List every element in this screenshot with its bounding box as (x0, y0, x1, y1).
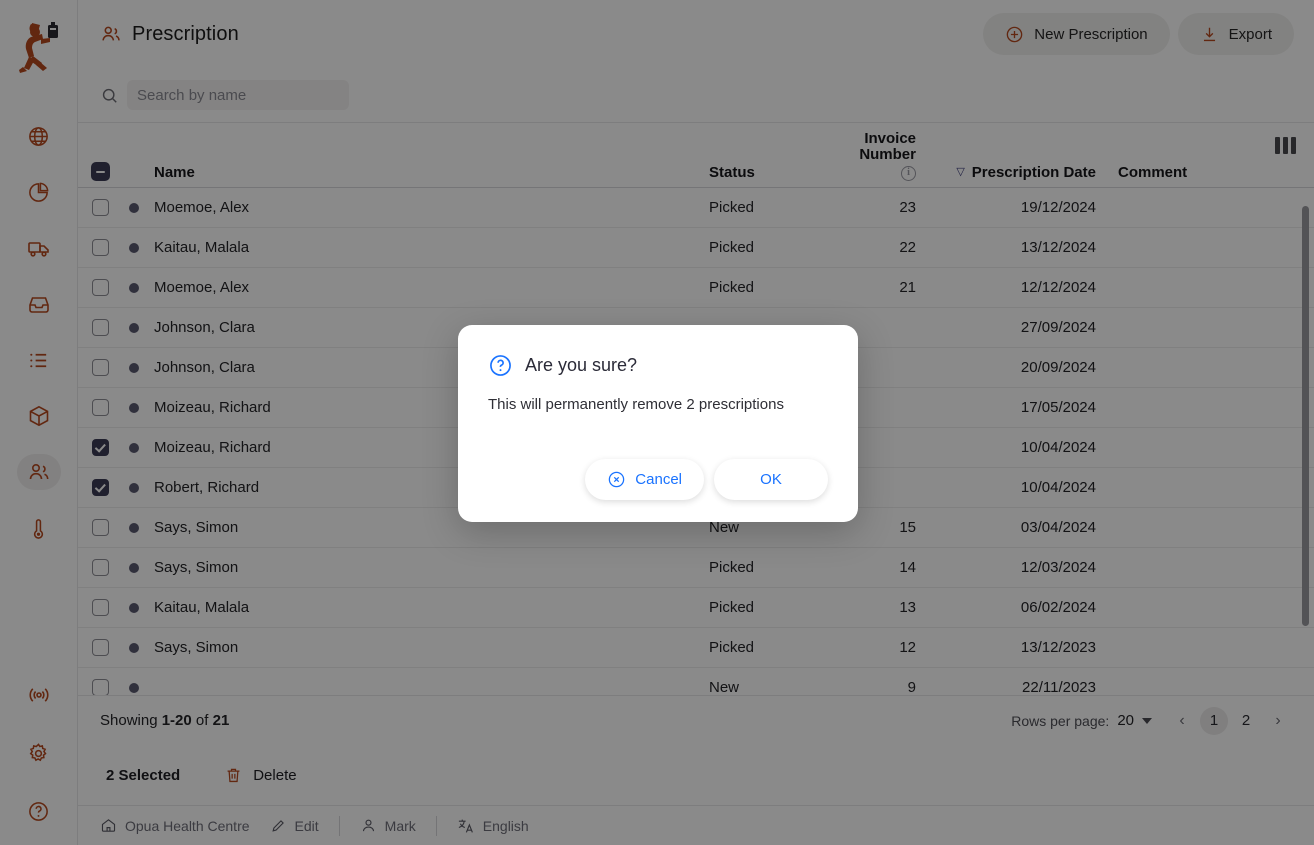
ok-label: OK (760, 471, 782, 488)
ok-button[interactable]: OK (714, 459, 828, 500)
x-circle-icon (607, 470, 626, 489)
dialog-message: This will permanently remove 2 prescript… (488, 396, 828, 413)
dialog-title-row: Are you sure? (488, 353, 828, 378)
dialog-title: Are you sure? (525, 355, 637, 376)
cancel-button[interactable]: Cancel (585, 459, 704, 500)
question-circle-icon (488, 353, 513, 378)
confirm-dialog: Are you sure? This will permanently remo… (458, 325, 858, 522)
dialog-actions: Cancel OK (488, 459, 828, 500)
cancel-label: Cancel (635, 471, 682, 488)
app-root: Prescription New Prescription (0, 0, 1314, 845)
